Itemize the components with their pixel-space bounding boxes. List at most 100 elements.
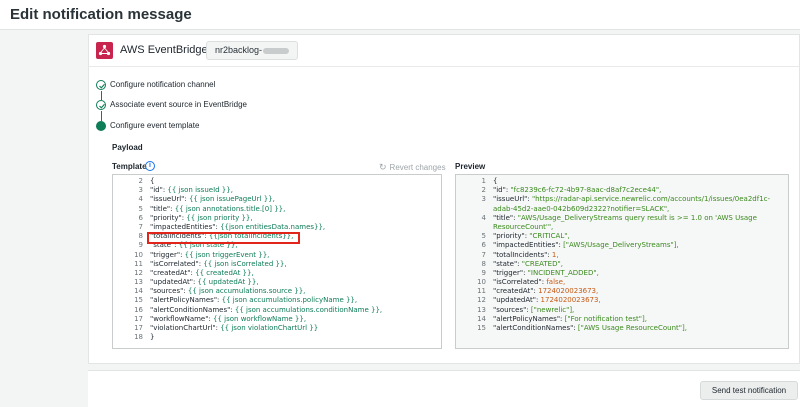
line-number: 2 [138,177,143,185]
json-key: { [150,177,155,185]
line-number: 9 [138,241,143,250]
line-number: 16 [134,305,143,314]
send-test-notification-button[interactable]: Send test notification [700,381,798,400]
json-key: "impactedEntities": [150,222,221,231]
json-key: "updatedAt": [150,278,198,287]
destination-chip[interactable]: nr2backlog- [206,41,299,60]
json-key: "priority": [493,232,530,241]
code-text: "createdAt": 1724020023673, [493,287,598,296]
code-line: 8 "state": "CREATED", [456,260,788,269]
json-key: "createdAt": [150,268,196,277]
code-line: 13 "sources": ["newrelic"], [456,306,788,315]
line-number: 12 [134,268,143,277]
line-number: 12 [477,296,486,305]
json-value: "AWS/Usage_DeliveryStreams query result … [517,213,757,222]
code-text: adab-45d2-aae0-042b609d2322?notifier=SLA… [493,205,669,214]
violation-chart-url-highlight [147,232,300,244]
json-value: ResourceCount'", [493,222,554,231]
code-line: 17 "violationChartUrl": {{ json violation… [113,324,441,333]
line-number: 9 [481,268,486,277]
code-line: 5 "priority": "CRITICAL", [456,232,788,241]
step-current-icon [96,121,106,131]
template-expression: {{ json violationChartUrl }} [220,324,319,332]
code-line: 17 "workflowName": {{ json workflowName }… [113,315,441,324]
template-expression: {{ createdAt }}, [195,268,254,277]
line-number: 10 [477,278,486,287]
json-key: "createdAt": [493,287,539,296]
line-number: 8 [138,232,143,241]
template-expression: {{ json priority }}, [186,213,253,222]
json-value: ["newrelic"], [530,305,575,314]
code-line: 4 "title": "AWS/Usage_DeliveryStreams que… [456,214,788,223]
line-number: 8 [481,259,486,268]
code-line: 4 "issueUrl": {{ json issuePageUrl }}, [113,195,441,204]
json-brace: { [493,177,498,185]
code-line: 7 "totalIncidents": 1, [456,251,788,260]
code-line: 11 "isCorrelated": {{ json isCorrelated }… [113,260,441,269]
line-number: 13 [134,278,143,287]
json-value: adab-45d2-aae0-042b609d2322?notifier=SLA… [493,204,670,213]
json-key: "alertPolicyNames": [150,296,222,305]
json-value: false, [546,278,566,287]
code-line: 6 "impactedEntities": ["AWS/Usage_Deliver… [456,241,788,250]
json-key: "id": [150,186,168,195]
json-value: "CREATED", [521,259,563,268]
line-number: 1 [481,177,486,185]
line-number: 5 [481,232,486,241]
json-key: "workflowName": [150,314,214,323]
json-key: "trigger": [493,268,528,277]
title-bar: Edit notification message [0,0,800,30]
code-text: "alertConditionNames": ["AWS Usage Resou… [493,324,687,333]
json-value: "CRITICAL", [529,232,570,241]
page-title: Edit notification message [10,6,192,23]
code-line: ResourceCount'", [456,223,788,232]
eventbridge-logo-icon [96,42,113,59]
code-line: 14 "sources": {{ json accumulations.sourc… [113,287,441,296]
line-number: 11 [477,287,486,296]
line-number: 14 [477,314,486,323]
revert-icon: ↻ [379,162,387,172]
template-label: Template [112,162,147,171]
code-text: "title": {{ json annotations.title.[0] }… [150,205,285,214]
revert-changes-button[interactable]: ↻ Revert changes [379,162,446,173]
code-text: "isCorrelated": false, [493,278,565,287]
code-line: 2 "id": "fc8239c6-fc72-4b97-8aac-d8af7c2e… [456,186,788,195]
code-text: { [493,177,497,186]
code-line: 18} [113,333,441,342]
step-complete-icon [96,80,106,90]
line-number: 18 [134,333,143,342]
step-complete-icon [96,100,106,110]
template-expression: {{ json triggerEvent }}, [184,250,270,259]
code-line: 14 "alertPolicyNames": ["For notification… [456,315,788,324]
template-expression: {{json entitiesData.names}}, [220,222,326,231]
template-expression: {{ json accumulations.source }}, [187,287,306,296]
code-line: 7 "impactedEntities": {{json entitiesData… [113,223,441,232]
template-editor[interactable]: 2 {3 "id": {{ json issueId }}, 4 "issueUrl":… [112,174,442,349]
code-text: ResourceCount'", [493,223,553,232]
destination-header: AWS EventBridge / nr2backlog- [89,35,799,67]
code-text: "createdAt": {{ createdAt }}, [150,269,254,278]
payload-heading: Payload [112,143,143,152]
line-number: 7 [138,222,143,231]
json-key: "updatedAt": [493,296,541,305]
code-text: "impactedEntities": ["AWS/Usage_Delivery… [493,241,679,250]
json-key: "priority": [150,213,187,222]
line-number: 10 [134,250,143,259]
info-icon[interactable]: i [145,161,155,171]
json-value: ["For notification test"], [564,314,647,323]
code-text: "impactedEntities": {{json entitiesData.… [150,223,325,232]
line-number: 2 [481,186,486,195]
code-line: 5 "title": {{ json annotations.title.[0] … [113,205,441,214]
code-text: "title": "AWS/Usage_DeliveryStreams quer… [493,214,757,223]
code-line: 3 "id": {{ json issueId }}, [113,186,441,195]
code-line: 9 "trigger": "INCIDENT_ADDED", [456,269,788,278]
json-key: "title": [493,213,518,222]
code-text: { [150,177,154,186]
code-line: 12 "updatedAt": 1724020023673, [456,296,788,305]
json-key: "sources": [150,287,188,296]
line-number: 11 [134,259,143,268]
json-key: "impactedEntities": [493,241,564,250]
line-number: 14 [134,287,143,296]
preview-code: 1 {2 "id": "fc8239c6-fc72-4b97-8aac-d8af7c… [456,177,788,333]
step-connector [101,91,102,100]
